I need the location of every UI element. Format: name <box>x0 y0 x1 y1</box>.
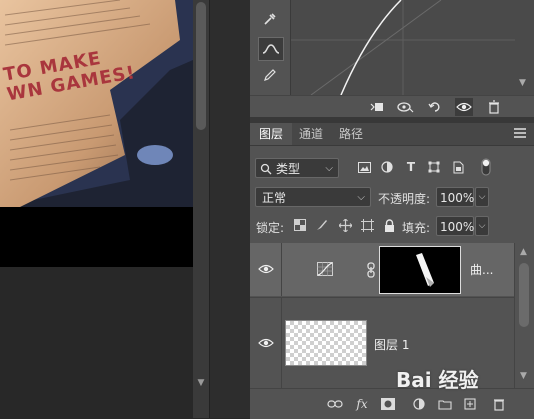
new-adjustment-layer-icon[interactable] <box>410 395 428 413</box>
curves-adjustment-icon <box>317 262 333 279</box>
layer-mask-thumbnail[interactable] <box>379 246 461 294</box>
layer-thumbnail-transparent[interactable] <box>285 320 367 366</box>
tab-layers[interactable]: 图层 <box>250 123 293 145</box>
clip-to-layer-icon[interactable] <box>368 98 386 116</box>
layer-row-curves[interactable]: 曲... <box>250 243 514 296</box>
tab-channels[interactable]: 通道 <box>290 123 332 145</box>
eye-icon[interactable] <box>258 263 276 277</box>
lock-label: 锁定: <box>256 221 285 235</box>
panel-menu-icon[interactable] <box>514 128 526 140</box>
chevron-down-icon: ⌵ <box>357 192 365 203</box>
scroll-down-icon[interactable]: ▼ <box>196 378 206 388</box>
search-icon <box>260 159 272 181</box>
visibility-icon[interactable] <box>455 98 473 116</box>
canvas-black-region <box>0 207 193 267</box>
delete-layer-icon[interactable] <box>490 395 508 413</box>
image-filter-icon[interactable] <box>356 159 372 175</box>
fill-slider-toggle[interactable]: ⌵ <box>475 216 489 236</box>
pencil-icon[interactable] <box>258 64 282 86</box>
lock-artboard-icon[interactable] <box>360 218 374 232</box>
panel-gutter <box>209 0 251 418</box>
scrollbar-thumb[interactable] <box>196 2 206 130</box>
view-previous-icon[interactable] <box>396 98 414 116</box>
canvas-vertical-scrollbar[interactable]: ▼ <box>193 0 209 418</box>
fill-input[interactable]: 100% <box>436 216 474 236</box>
layer-name[interactable]: 曲... <box>470 261 493 278</box>
lock-position-icon[interactable] <box>338 218 352 232</box>
new-layer-icon[interactable] <box>461 395 479 413</box>
blend-mode-dropdown[interactable]: 正常 ⌵ <box>255 187 371 207</box>
layer-filter-dropdown[interactable]: 类型 ⌵ <box>255 158 339 178</box>
scroll-up-icon[interactable]: ▲ <box>520 247 527 257</box>
lock-all-icon[interactable] <box>382 218 396 232</box>
adjustment-filter-icon[interactable] <box>379 159 395 175</box>
watermark-text: Bai 经验 <box>396 368 479 392</box>
document-image: TO MAKE WN GAMES! <box>0 0 193 207</box>
properties-bottom-bar <box>250 95 534 118</box>
chevron-down-icon: ⌵ <box>325 163 333 174</box>
type-filter-icon[interactable]: T <box>403 159 419 175</box>
filter-kind-label: 类型 <box>276 162 301 176</box>
link-layers-icon[interactable] <box>326 395 344 413</box>
curves-graph[interactable] <box>290 0 516 96</box>
new-group-icon[interactable] <box>436 395 454 413</box>
fx-icon[interactable]: fx <box>353 395 371 413</box>
smart-object-filter-icon[interactable] <box>450 159 466 175</box>
layer-name[interactable]: 图层 1 <box>374 336 409 353</box>
curves-tool-strip <box>250 0 290 95</box>
fill-label: 填充: <box>402 221 431 235</box>
opacity-input[interactable]: 100% <box>436 187 474 207</box>
baidu-watermark: Bai 经验 <box>396 364 534 396</box>
lock-transparent-pixels-icon[interactable] <box>293 218 307 232</box>
scrollbar-thumb[interactable] <box>519 263 529 327</box>
blend-mode-value: 正常 <box>262 191 287 205</box>
curves-scrollbar[interactable]: ▼ <box>515 0 534 95</box>
eyedropper-icon[interactable] <box>258 8 282 30</box>
trash-icon[interactable] <box>485 98 503 116</box>
visibility-column-divider <box>281 298 282 388</box>
curve-edit-icon[interactable] <box>258 37 284 61</box>
opacity-slider-toggle[interactable]: ⌵ <box>475 187 489 207</box>
visibility-column-divider <box>281 243 282 296</box>
chain-link-icon[interactable] <box>366 262 376 281</box>
reset-icon[interactable] <box>426 98 444 116</box>
layers-panel-tabs: 图层 通道 路径 <box>250 123 534 146</box>
shape-filter-icon[interactable] <box>426 159 442 175</box>
add-mask-icon[interactable] <box>379 395 397 413</box>
tab-paths[interactable]: 路径 <box>330 123 372 145</box>
filter-toggle-icon[interactable] <box>478 158 494 176</box>
opacity-label: 不透明度: <box>378 192 431 206</box>
lock-image-pixels-icon[interactable] <box>315 218 329 232</box>
eye-icon[interactable] <box>258 337 276 351</box>
scroll-down-icon[interactable]: ▼ <box>519 78 526 88</box>
